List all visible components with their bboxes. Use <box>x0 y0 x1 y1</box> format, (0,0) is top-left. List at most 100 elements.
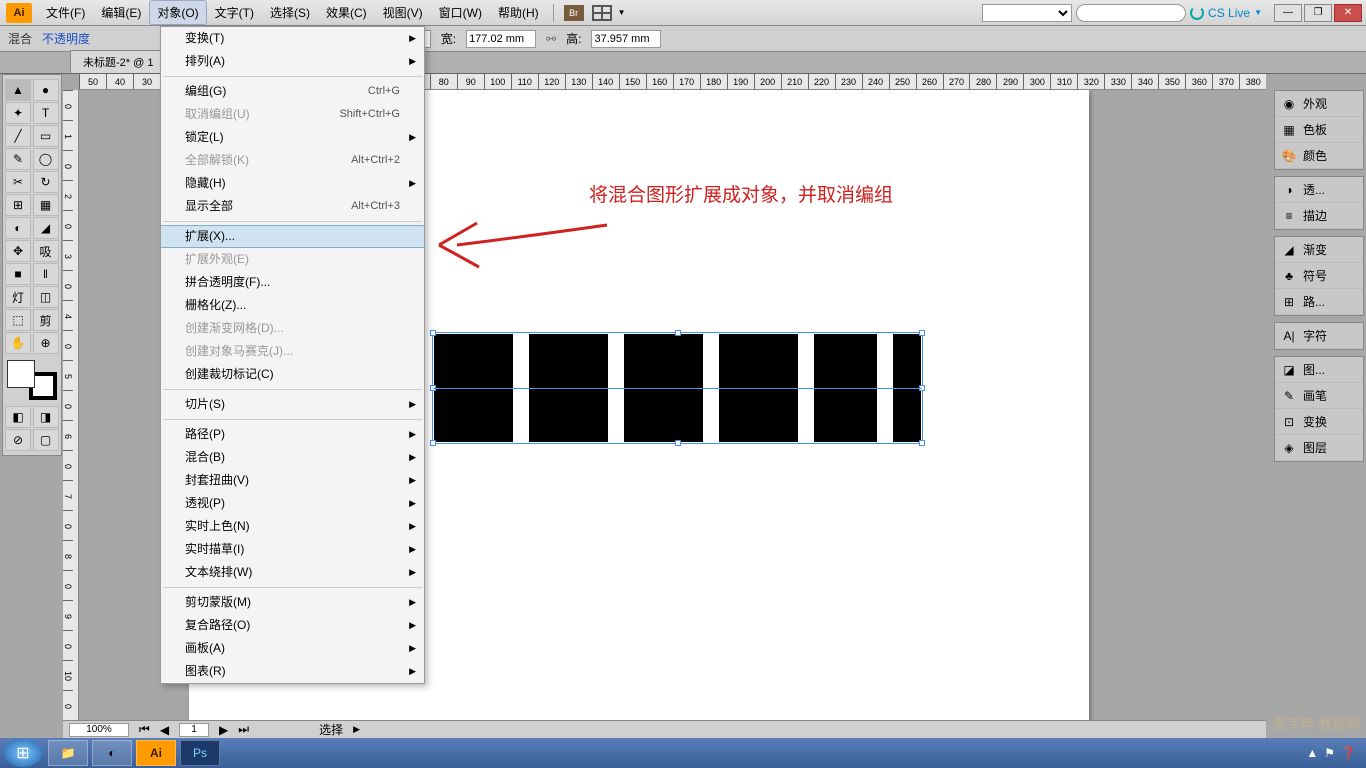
menu-item[interactable]: 编辑(E) <box>93 0 149 25</box>
menu-item[interactable]: 实时描草(I)▶ <box>161 538 424 561</box>
panel-button[interactable]: ⊡变换 <box>1275 409 1363 435</box>
taskbar-ps[interactable]: Ps <box>180 740 220 766</box>
tool-button[interactable]: ◢ <box>33 217 59 239</box>
taskbar-ai[interactable]: Ai <box>136 740 176 766</box>
tool-button[interactable]: ✋ <box>5 332 31 354</box>
menu-item[interactable]: 视图(V) <box>375 0 431 25</box>
tool-button[interactable]: ⊕ <box>33 332 59 354</box>
page-input[interactable]: 1 <box>179 723 209 737</box>
none-mode-icon[interactable]: ⊘ <box>5 429 31 451</box>
panel-button[interactable]: ▦色板 <box>1275 117 1363 143</box>
menu-item[interactable]: 文字(T) <box>207 0 262 25</box>
menu-item[interactable]: 画板(A)▶ <box>161 637 424 660</box>
menu-item[interactable]: 隐藏(H)▶ <box>161 172 424 195</box>
menu-item[interactable]: 切片(S)▶ <box>161 393 424 416</box>
bridge-icon[interactable]: Br <box>564 5 584 21</box>
dropdown-arrow-icon[interactable]: ▼ <box>618 8 626 17</box>
nav-first-icon[interactable]: ⏮ <box>139 722 150 737</box>
panel-button[interactable]: ✎画笔 <box>1275 383 1363 409</box>
document-tab[interactable]: 未标题-2* @ 1 <box>70 50 166 73</box>
gradient-mode-icon[interactable]: ◨ <box>33 406 59 428</box>
menu-item[interactable]: 选择(S) <box>262 0 318 25</box>
panel-button[interactable]: ◈图层 <box>1275 435 1363 461</box>
taskbar-app[interactable]: ◐ <box>92 740 132 766</box>
panel-button[interactable]: ◉外观 <box>1275 91 1363 117</box>
panel-button[interactable]: 🎨颜色 <box>1275 143 1363 169</box>
panel-button[interactable]: ⊞路... <box>1275 289 1363 315</box>
panel-button[interactable]: A|字符 <box>1275 323 1363 349</box>
menu-item[interactable]: 扩展(X)... <box>161 225 424 248</box>
menu-item[interactable]: 显示全部Alt+Ctrl+3 <box>161 195 424 218</box>
menu-item[interactable]: 窗口(W) <box>431 0 490 25</box>
fill-swatch[interactable] <box>7 360 35 388</box>
tool-button[interactable]: 灯 <box>5 286 31 308</box>
menu-item[interactable]: 编组(G)Ctrl+G <box>161 80 424 103</box>
panel-button[interactable]: ◢渐变 <box>1275 237 1363 263</box>
menu-item[interactable]: 变换(T)▶ <box>161 27 424 50</box>
workspace-dropdown[interactable] <box>982 4 1072 22</box>
tool-button[interactable]: ╱ <box>5 125 31 147</box>
menu-item[interactable]: 对象(O) <box>149 0 206 25</box>
menu-item[interactable]: 复合路径(O)▶ <box>161 614 424 637</box>
tool-button[interactable]: ▦ <box>33 194 59 216</box>
menu-item[interactable]: 透视(P)▶ <box>161 492 424 515</box>
tool-button[interactable]: ● <box>33 79 59 101</box>
menu-item[interactable]: 效果(C) <box>318 0 375 25</box>
tool-button[interactable]: ◯ <box>33 148 59 170</box>
zoom-input[interactable]: 100% <box>69 723 129 737</box>
tool-button[interactable]: 吸 <box>33 240 59 262</box>
menu-item[interactable]: 混合(B)▶ <box>161 446 424 469</box>
tool-button[interactable]: ↻ <box>33 171 59 193</box>
menu-item[interactable]: 图表(R)▶ <box>161 660 424 683</box>
maximize-button[interactable]: ❐ <box>1304 4 1332 22</box>
menu-item[interactable]: 锁定(L)▶ <box>161 126 424 149</box>
menu-item[interactable]: 创建裁切标记(C) <box>161 363 424 386</box>
arrange-docs-icon[interactable] <box>592 5 612 21</box>
panel-button[interactable]: ◑透... <box>1275 177 1363 203</box>
tool-button[interactable]: T <box>33 102 59 124</box>
start-button[interactable]: ⊞ <box>4 739 42 767</box>
minimize-button[interactable]: — <box>1274 4 1302 22</box>
tool-button[interactable]: ◐ <box>5 217 31 239</box>
tool-button[interactable]: ✎ <box>5 148 31 170</box>
tool-button[interactable]: ▭ <box>33 125 59 147</box>
menu-item[interactable]: 帮助(H) <box>490 0 547 25</box>
panel-button[interactable]: ≡描边 <box>1275 203 1363 229</box>
menu-item[interactable]: 排列(A)▶ <box>161 50 424 73</box>
menu-item[interactable]: 实时上色(N)▶ <box>161 515 424 538</box>
color-mode-icon[interactable]: ◧ <box>5 406 31 428</box>
close-button[interactable]: ✕ <box>1334 4 1362 22</box>
nav-next-icon[interactable]: ▶ <box>219 723 228 737</box>
menu-item[interactable]: 文件(F) <box>38 0 93 25</box>
tool-button[interactable]: ǁ <box>33 263 59 285</box>
menu-item[interactable]: 剪切蒙版(M)▶ <box>161 591 424 614</box>
taskbar-explorer[interactable]: 📁 <box>48 740 88 766</box>
tool-button[interactable]: ✥ <box>5 240 31 262</box>
tray-flag-icon[interactable]: ⚑ <box>1324 746 1335 760</box>
width-input[interactable] <box>466 30 536 48</box>
nav-last-icon[interactable]: ⏭ <box>238 722 249 737</box>
tool-button[interactable]: ⊞ <box>5 194 31 216</box>
panel-button[interactable]: ◪图... <box>1275 357 1363 383</box>
height-input[interactable] <box>591 30 661 48</box>
menu-item[interactable]: 路径(P)▶ <box>161 423 424 446</box>
tool-button[interactable]: ⬚ <box>5 309 31 331</box>
search-input[interactable] <box>1076 4 1186 22</box>
opacity-link[interactable]: 不透明度 <box>42 30 90 47</box>
screen-mode-icon[interactable]: ▢ <box>33 429 59 451</box>
tool-button[interactable]: 剪 <box>33 309 59 331</box>
tray-help-icon[interactable]: ❓ <box>1341 746 1356 760</box>
tool-button[interactable]: ■ <box>5 263 31 285</box>
tool-button[interactable]: ◫ <box>33 286 59 308</box>
link-wh-icon[interactable]: ⚯ <box>546 32 556 46</box>
tray-icon[interactable]: ▲ <box>1306 746 1318 760</box>
nav-prev-icon[interactable]: ◀ <box>160 723 169 737</box>
menu-item[interactable]: 封套扭曲(V)▶ <box>161 469 424 492</box>
tool-button[interactable]: ✂ <box>5 171 31 193</box>
menu-item[interactable]: 拼合透明度(F)... <box>161 271 424 294</box>
menu-item[interactable]: 栅格化(Z)... <box>161 294 424 317</box>
menu-item[interactable]: 文本绕排(W)▶ <box>161 561 424 584</box>
panel-button[interactable]: ♣符号 <box>1275 263 1363 289</box>
cslive-button[interactable]: CS Live ▼ <box>1190 6 1262 20</box>
tool-button[interactable]: ✦ <box>5 102 31 124</box>
